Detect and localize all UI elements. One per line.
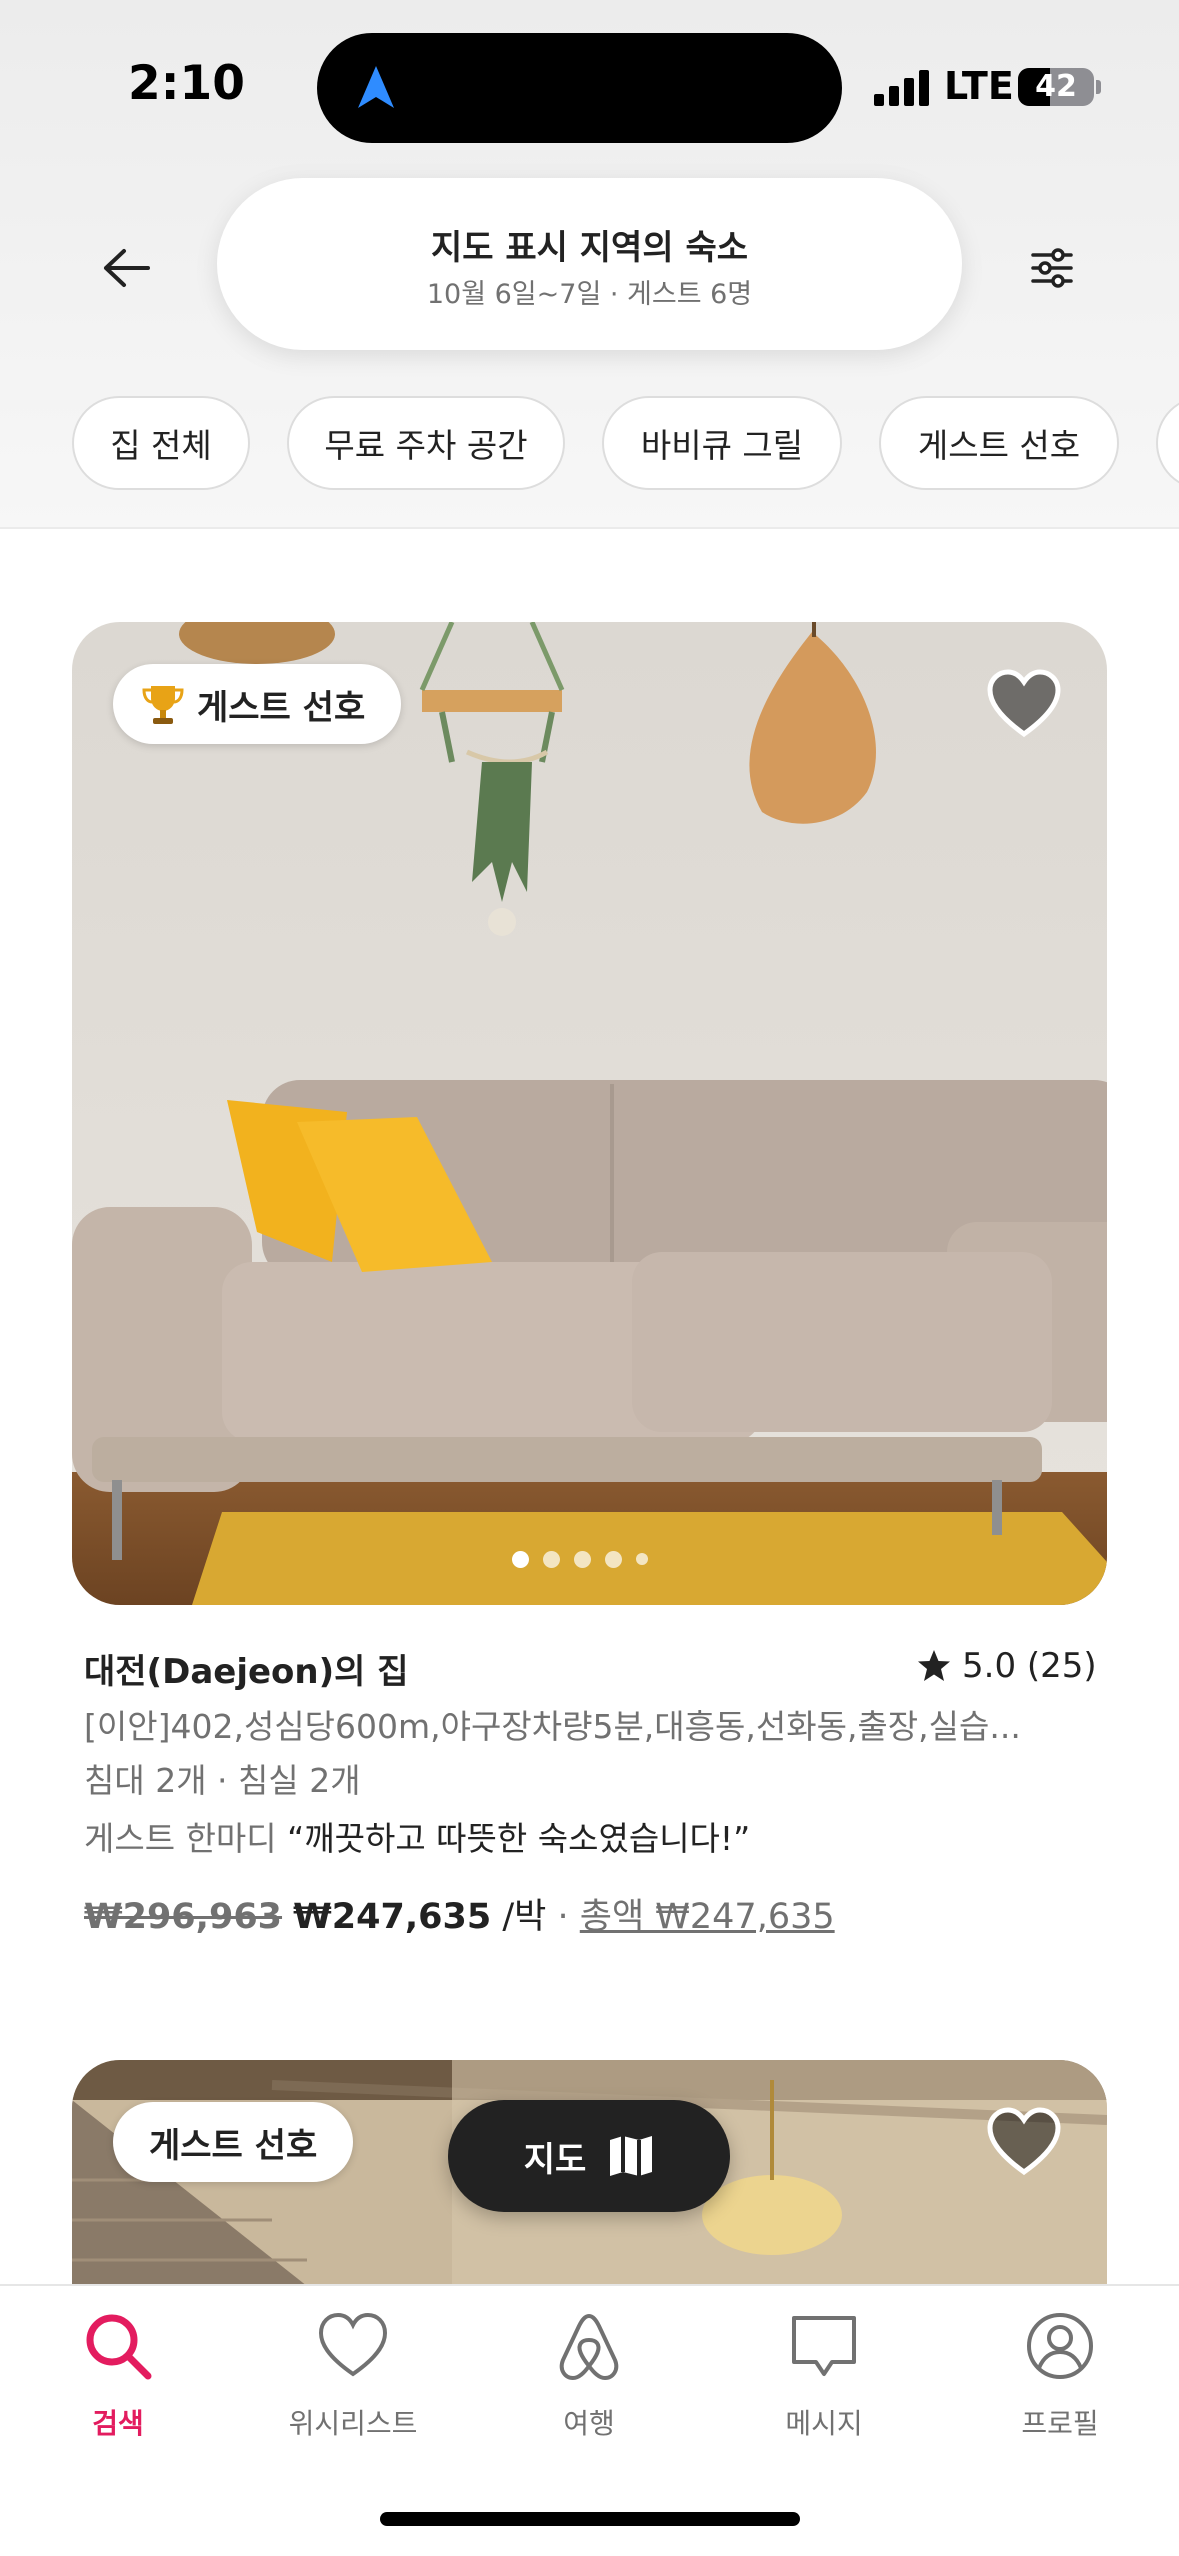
review-quote: “깨끗하고 따뜻한 숙소였습니다!” xyxy=(287,1819,751,1858)
tab-wishlist-label: 위시리스트 xyxy=(288,2407,418,2440)
price-total-link[interactable]: 총액 ₩247,635 xyxy=(580,1897,835,1937)
cellular-signal-icon xyxy=(874,70,930,106)
listing-title[interactable]: 대전(Daejeon)의 집 xyxy=(84,1644,409,1693)
back-button[interactable] xyxy=(84,226,168,310)
search-subtitle: 10월 6일~7일 · 게스트 6명 xyxy=(426,279,753,310)
battery-nub xyxy=(1096,80,1101,94)
home-indicator[interactable] xyxy=(380,2512,800,2526)
pagination-dot xyxy=(574,1550,591,1568)
tab-profile-label: 프로필 xyxy=(1021,2407,1099,2440)
map-icon xyxy=(610,2136,653,2176)
screen: 2:10 LTE 42 지도 표시 지역의 숙소 10월 6일~7일 · 게스트… xyxy=(0,0,1179,2556)
pagination-dot xyxy=(605,1550,622,1568)
filter-sliders-icon xyxy=(1031,248,1073,288)
filter-button[interactable] xyxy=(1010,226,1094,310)
search-summary-button[interactable]: 지도 표시 지역의 숙소 10월 6일~7일 · 게스트 6명 xyxy=(217,178,962,350)
filter-chip-row: 집 전체 무료 주차 공간 바비큐 그릴 게스트 선호 xyxy=(0,396,1179,492)
search-title: 지도 표시 지역의 숙소 xyxy=(430,228,749,268)
chip-entire-home[interactable]: 집 전체 xyxy=(72,396,250,490)
guest-review: 게스트 한마디 “깨끗하고 따뜻한 숙소였습니다!” xyxy=(84,1812,750,1860)
back-arrow-icon xyxy=(104,249,150,287)
profile-icon xyxy=(1027,2313,1093,2379)
trophy-icon xyxy=(142,686,184,724)
price-discounted: ₩247,635 xyxy=(293,1897,492,1937)
search-icon xyxy=(86,2314,152,2380)
tab-trips[interactable]: 여행 xyxy=(489,2310,689,2450)
badge-label: 게스트 선호 xyxy=(197,687,366,728)
pagination-dot xyxy=(543,1550,560,1568)
map-button-label: 지도 xyxy=(523,2139,587,2180)
review-prefix: 게스트 한마디 xyxy=(84,1819,277,1858)
message-icon xyxy=(792,2316,856,2376)
network-type: LTE xyxy=(944,64,1014,108)
tab-messages-label: 메시지 xyxy=(785,2407,863,2440)
tab-search[interactable]: 검색 xyxy=(18,2310,218,2450)
listing-description: [이안]402,성심당600m,야구장차량5분,대흥동,선화동,출장,실습... xyxy=(84,1707,1021,1746)
tab-wishlist[interactable]: 위시리스트 xyxy=(253,2310,453,2450)
price-separator: · xyxy=(557,1897,569,1937)
airbnb-logo-icon xyxy=(559,2313,619,2381)
tab-search-label: 검색 xyxy=(92,2407,144,2440)
battery-level: 42 xyxy=(1035,69,1077,104)
star-icon xyxy=(918,1650,950,1681)
chip-free-parking[interactable]: 무료 주차 공간 xyxy=(287,396,565,490)
chip-guest-favorite[interactable]: 게스트 선호 xyxy=(879,396,1119,490)
battery-icon: 42 xyxy=(1018,68,1094,106)
heart-icon xyxy=(318,2312,388,2377)
tab-messages[interactable]: 메시지 xyxy=(724,2310,924,2450)
price-original: ₩296,963 xyxy=(84,1897,283,1937)
status-bar: 2:10 LTE 42 xyxy=(0,0,1179,170)
price-unit: /박 xyxy=(502,1897,547,1937)
listing-2-guest-favorite-badge: 게스트 선호 xyxy=(113,2102,354,2182)
listing-photo-image xyxy=(72,622,1107,1605)
chip-bbq-grill[interactable]: 바비큐 그릴 xyxy=(602,396,842,490)
status-time: 2:10 xyxy=(128,56,245,111)
wishlist-heart-icon[interactable] xyxy=(986,668,1062,740)
pagination-dot xyxy=(636,1553,648,1565)
header-divider xyxy=(0,527,1179,529)
listing-rating: 5.0 (25) xyxy=(916,1644,1097,1688)
guest-favorite-badge: 게스트 선호 xyxy=(113,664,402,744)
tab-profile[interactable]: 프로필 xyxy=(960,2310,1160,2450)
chip-partial[interactable] xyxy=(1156,396,1179,490)
rating-value: 5.0 (25) xyxy=(962,1646,1097,1686)
listing-photo[interactable] xyxy=(72,622,1107,1605)
listing-2-wishlist-heart-icon[interactable] xyxy=(986,2106,1062,2178)
map-button[interactable]: 지도 xyxy=(448,2100,730,2212)
price-line: ₩296,963 ₩247,635 /박 · 총액 ₩247,635 xyxy=(84,1888,835,1939)
pagination-dot xyxy=(512,1550,529,1568)
tab-trips-label: 여행 xyxy=(563,2407,615,2440)
photo-pagination-dots xyxy=(512,1547,648,1571)
listing-rooms: 침대 2개 · 침실 2개 xyxy=(84,1761,361,1800)
location-arrow-icon xyxy=(358,66,394,108)
